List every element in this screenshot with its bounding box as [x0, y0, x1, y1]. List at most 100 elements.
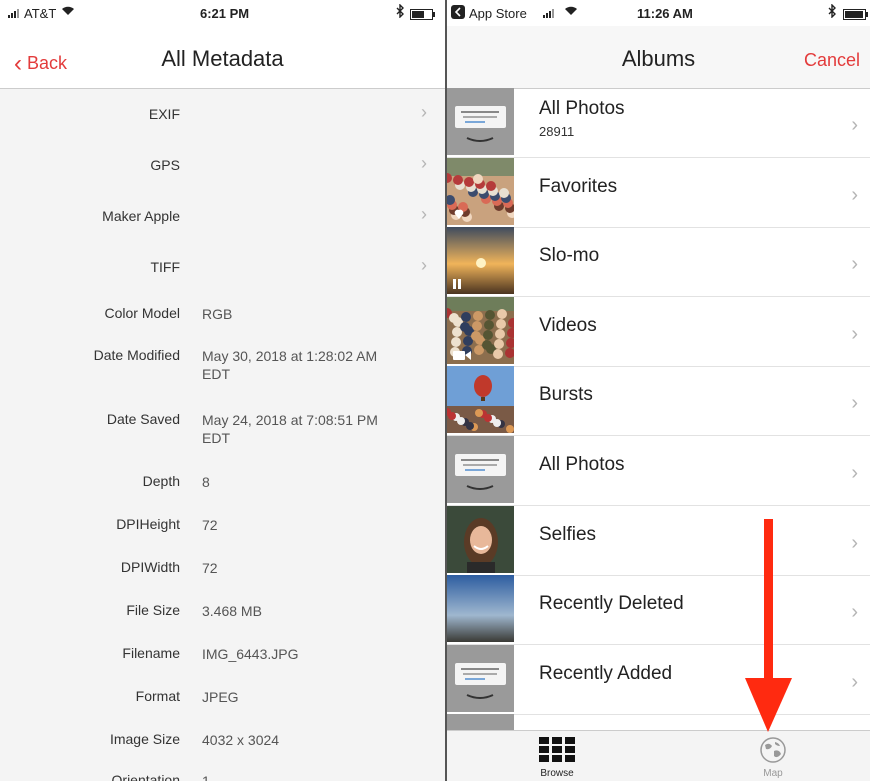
- metadata-row: Date Modified May 30, 2018 at 1:28:02 AM …: [0, 347, 445, 387]
- album-thumbnail: [447, 227, 514, 295]
- metadata-label: TIFF: [150, 259, 180, 275]
- metadata-label: Orientation: [111, 772, 180, 781]
- battery-icon: [410, 8, 436, 23]
- metadata-row[interactable]: Maker Apple ›: [0, 204, 445, 248]
- chevron-right-icon: ›: [851, 462, 858, 484]
- metadata-value: 8: [202, 474, 210, 490]
- metadata-value: 72: [202, 560, 218, 576]
- metadata-row: DPIWidth 72: [0, 559, 445, 599]
- album-row[interactable]: Selfies ›: [447, 505, 870, 576]
- metadata-label: Image Size: [109, 731, 180, 747]
- metadata-label: File Size: [126, 602, 180, 618]
- album-title: Videos: [539, 314, 597, 336]
- metadata-label: Filename: [122, 645, 180, 661]
- metadata-row: Format JPEG: [0, 688, 445, 728]
- metadata-value: 1: [202, 773, 210, 781]
- album-title: All Photos: [539, 454, 625, 475]
- back-to-app-label[interactable]: App Store: [469, 6, 527, 21]
- metadata-row: DPIHeight 72: [0, 516, 445, 556]
- nav-bar: ‹ Back All Metadata: [0, 26, 445, 89]
- metadata-value: 3.468 MB: [202, 603, 262, 619]
- metadata-value: May 30, 2018 at 1:28:02 AM EDT: [202, 348, 378, 382]
- cancel-button[interactable]: Cancel: [804, 50, 860, 71]
- album-thumbnail: [447, 366, 514, 434]
- metadata-value: May 24, 2018 at 7:08:51 PM EDT: [202, 412, 378, 446]
- metadata-row: Orientation 1: [0, 772, 445, 781]
- metadata-row: Date Saved May 24, 2018 at 7:08:51 PM EDT: [0, 411, 445, 451]
- album-thumbnail: [447, 296, 518, 364]
- tab-map[interactable]: Map: [733, 737, 813, 779]
- metadata-row[interactable]: GPS ›: [0, 153, 445, 197]
- metadata-row[interactable]: EXIF ›: [0, 102, 445, 146]
- wifi-icon: [60, 4, 76, 19]
- metadata-value: 72: [202, 517, 218, 533]
- metadata-label: Date Saved: [106, 411, 180, 427]
- album-row[interactable]: Recently Deleted ›: [447, 575, 870, 646]
- chevron-right-icon: ›: [421, 204, 427, 224]
- metadata-label: Depth: [142, 473, 180, 489]
- metadata-label: EXIF: [148, 106, 180, 122]
- status-time: 6:21 PM: [200, 6, 250, 21]
- metadata-label: Maker Apple: [102, 208, 180, 224]
- globe-icon: [759, 737, 787, 766]
- metadata-row: Color Model RGB: [0, 305, 445, 345]
- chevron-right-icon: ›: [851, 670, 858, 693]
- album-row[interactable]: Recently Added ›: [447, 644, 870, 715]
- album-row[interactable]: Favorites ›: [447, 157, 870, 228]
- album-row[interactable]: Bursts ›: [447, 366, 870, 437]
- tab-browse-label: Browse: [540, 768, 574, 779]
- page-title: All Metadata: [161, 46, 284, 71]
- metadata-row: File Size 3.468 MB: [0, 602, 445, 642]
- album-title: Recently Deleted: [539, 593, 684, 615]
- album-thumbnail: [447, 436, 514, 503]
- bluetooth-icon: [827, 3, 837, 21]
- metadata-panel: AT&T 6:21 PM ‹ Back All Metadata EXIF › GP…: [0, 0, 445, 781]
- album-thumbnail: [447, 157, 517, 225]
- metadata-label: DPIHeight: [116, 516, 180, 532]
- signal-icon: [543, 6, 557, 21]
- chevron-right-icon: ›: [851, 392, 858, 415]
- chevron-right-icon: ›: [851, 531, 858, 554]
- chevron-right-icon: ›: [421, 102, 427, 122]
- metadata-row: Filename IMG_6443.JPG: [0, 645, 445, 685]
- chevron-right-icon: ›: [851, 253, 858, 276]
- album-row[interactable]: All Photos 28911 ›: [447, 88, 870, 158]
- metadata-label: Color Model: [104, 305, 180, 321]
- album-thumbnail: [447, 575, 514, 643]
- signal-icon: [8, 6, 22, 21]
- chevron-right-icon: ›: [851, 114, 858, 136]
- metadata-label: GPS: [150, 157, 180, 173]
- chevron-right-icon: ›: [851, 183, 858, 206]
- back-to-app-icon[interactable]: [451, 5, 465, 22]
- chevron-right-icon: ›: [421, 153, 427, 173]
- album-thumbnail: [447, 505, 514, 573]
- album-row[interactable]: Videos ›: [447, 296, 870, 367]
- grid-icon: [539, 737, 575, 766]
- chevron-right-icon: ›: [851, 601, 858, 624]
- metadata-value: IMG_6443.JPG: [202, 646, 299, 662]
- bluetooth-icon: [395, 3, 405, 21]
- album-row[interactable]: Slo-mo ›: [447, 227, 870, 298]
- status-time: 11:26 AM: [637, 6, 693, 21]
- carrier-label: AT&T: [24, 6, 57, 21]
- tab-browse[interactable]: Browse: [517, 737, 597, 779]
- wifi-icon: [563, 4, 579, 19]
- albums-panel: App Store 11:26 AM Albums Cancel All Pho…: [447, 0, 870, 781]
- chevron-right-icon: ›: [421, 255, 427, 275]
- album-title: Slo-mo: [539, 245, 600, 267]
- album-title: Bursts: [539, 384, 593, 406]
- metadata-value: RGB: [202, 306, 233, 322]
- tab-map-label: Map: [763, 768, 783, 779]
- battery-icon: [843, 8, 869, 23]
- album-title: Favorites: [539, 175, 618, 197]
- metadata-row[interactable]: TIFF ›: [0, 255, 445, 299]
- metadata-row: Depth 8: [0, 473, 445, 513]
- album-title: Recently Added: [539, 662, 673, 684]
- metadata-label: Format: [135, 688, 180, 704]
- nav-bar: Albums Cancel: [447, 26, 870, 89]
- album-row[interactable]: All Photos ›: [447, 436, 870, 506]
- status-bar: App Store 11:26 AM: [447, 0, 870, 26]
- metadata-label: DPIWidth: [120, 559, 180, 575]
- album-thumbnail: [447, 644, 514, 712]
- tab-bar: Browse Map: [447, 730, 870, 781]
